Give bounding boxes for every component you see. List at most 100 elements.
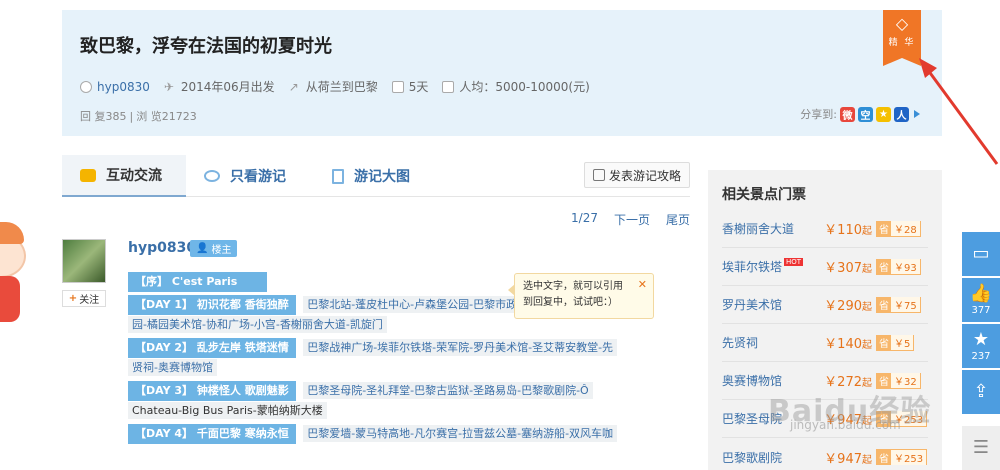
tab-interaction-label: 互动交流 (106, 168, 162, 184)
featured-badge: ◇ 精 华 (883, 10, 921, 66)
qzone-share-icon[interactable]: 空 (858, 106, 873, 122)
edit-icon (592, 169, 605, 181)
post-button-label: 发表游记攻略 (608, 168, 681, 183)
list-menu-icon: ☰ (972, 437, 990, 458)
ticket-price: ￥307起 (824, 261, 872, 276)
ticket-row[interactable]: 埃菲尔铁塔 HOT ￥307起 省 ￥93 (722, 248, 928, 286)
meta-row: hyp0830 ✈ 2014年06月出发 ↗ 从荷兰到巴黎 5天 人均：5000… (80, 78, 604, 95)
toc-label[interactable]: 【DAY 3】 钟楼怪人 歌剧魅影 (128, 381, 296, 401)
ticket-name: 先贤祠 (722, 336, 759, 350)
ticket-row[interactable]: 香榭丽舍大道 ￥110起 省 ￥28 (722, 210, 928, 248)
tab-big-photos-label: 游记大图 (354, 169, 410, 185)
toc-places[interactable]: 巴黎圣母院-圣礼拜堂-巴黎古监狱-圣路易岛-巴黎歌剧院-Ô (307, 384, 589, 397)
owner-badge: 👤 楼主 (190, 240, 238, 257)
post-username[interactable]: hyp0830 (128, 240, 196, 256)
meta-author[interactable]: hyp0830 (80, 80, 150, 94)
ticket-price: ￥290起 (824, 299, 872, 314)
toc-label[interactable]: 【DAY 2】 乱步左岸 铁塔迷情 (128, 338, 296, 358)
ticket-price: ￥140起 (824, 337, 872, 352)
route-text: 从荷兰到巴黎 (305, 80, 378, 94)
meta-cost: 人均：5000-10000(元) (442, 78, 590, 95)
toc-places[interactable]: 巴黎北站-蓬皮杜中心-卢森堡公园-巴黎市政 (307, 298, 517, 311)
ticket-row[interactable]: 罗丹美术馆 ￥290起 省 ￥75 (722, 286, 928, 324)
ticket-name: 巴黎歌剧院 (722, 450, 783, 465)
ticket-row[interactable]: 巴黎歌剧院 ￥947起 省 ￥253 (722, 438, 928, 470)
star-share-icon[interactable]: ★ (876, 106, 891, 122)
close-icon[interactable]: ✕ (638, 277, 647, 293)
tooltip-line-1: 选中文字，就可以引用 (523, 281, 623, 292)
menu-float-button[interactable]: ☰ (962, 426, 1000, 470)
discount-tag: 省 ￥75 (876, 296, 921, 313)
stats-row: 回 复385 | 浏 览21723 (80, 108, 197, 124)
share-float-button[interactable]: ⇪ (962, 370, 1000, 414)
pagination: 1/27 下一页 尾页 (555, 211, 690, 228)
ticket-price: ￥110起 (824, 223, 872, 238)
departure-text: 2014年06月出发 (180, 80, 275, 94)
toc-label[interactable]: 【序】 C'est Paris (128, 272, 268, 292)
renren-share-icon[interactable]: 人 (894, 106, 909, 122)
post-travel-note-button[interactable]: 发表游记攻略 (583, 162, 690, 188)
discount-tag: 省 ￥28 (876, 220, 921, 237)
quote-tip-tooltip: 选中文字，就可以引用 到回复中，试试吧：） ✕ (508, 273, 654, 319)
toc-places-cont[interactable]: Chateau-Big Bus Paris-蒙帕纳斯大楼 (132, 404, 323, 417)
follow-label: 关注 (79, 295, 100, 306)
ticket-row[interactable]: 先贤祠 ￥140起 省 ￥5 (722, 324, 928, 362)
views-count: 浏 览21723 (136, 110, 197, 123)
cost-text: 人均：5000-10000(元) (459, 80, 590, 94)
favorite-count: 237 (971, 350, 991, 362)
toc-item-day2[interactable]: 【DAY 2】 乱步左岸 铁塔迷情 巴黎战神广场-埃菲尔铁塔-荣军院-罗丹美术馆… (128, 338, 628, 378)
owner-label: 楼主 (211, 245, 232, 256)
content-tabs: 互动交流 只看游记 游记大图 发表游记攻略 (62, 155, 690, 197)
star-icon: ★ (972, 328, 990, 350)
days-text: 5天 (408, 80, 429, 94)
like-float-button[interactable]: 👍 377 (962, 278, 1000, 322)
ticket-price: ￥947起 (824, 451, 872, 467)
eye-icon (204, 170, 220, 182)
follow-button[interactable]: + 关注 (62, 290, 106, 307)
weibo-share-icon[interactable]: 微 (840, 106, 855, 122)
route-icon: ↗ (288, 79, 299, 94)
ticket-name: 香榭丽舍大道 (722, 222, 795, 236)
tab-big-photos[interactable]: 游记大图 (332, 155, 452, 197)
avatar[interactable] (62, 239, 106, 283)
stats-divider: | (129, 109, 134, 123)
hot-badge: HOT (784, 258, 804, 266)
toc-places[interactable]: 巴黎战神广场-埃菲尔铁塔-荣军院-罗丹美术馆-圣艾蒂安教堂-先 (307, 341, 613, 354)
wallet-icon (442, 80, 455, 93)
toc-label[interactable]: 【DAY 1】 初识花都 香街独醉 (128, 295, 296, 315)
replies-count: 回 复385 (80, 110, 127, 123)
featured-label: 精 华 (888, 38, 916, 48)
toc-places-cont[interactable]: 园-橘园美术馆-协和广场-小宫-香榭丽舍大道-凯旋门 (132, 318, 383, 331)
comment-float-button[interactable]: ▭ (962, 232, 1000, 276)
comment-icon: ▭ (972, 243, 990, 264)
favorite-float-button[interactable]: ★ 237 (962, 324, 1000, 368)
travel-note-header: 致巴黎，浮夸在法国的初夏时光 hyp0830 ✈ 2014年06月出发 ↗ 从荷… (62, 10, 942, 136)
next-page-link[interactable]: 下一页 (614, 211, 650, 228)
share-label: 分享到: (800, 108, 837, 121)
toc-label[interactable]: 【DAY 4】 千面巴黎 寒纳永恒 (128, 424, 296, 444)
tab-notes-only[interactable]: 只看游记 (204, 155, 324, 197)
tooltip-line-2: 到回复中，试试吧：） (523, 297, 618, 308)
last-page-link[interactable]: 尾页 (666, 211, 690, 228)
discount-tag: 省 ￥253 (876, 449, 928, 465)
discount-tag: 省 ￥5 (876, 334, 915, 351)
thumbs-up-icon: 👍 (969, 282, 993, 304)
toc-places-cont[interactable]: 贤祠-奥赛博物馆 (132, 361, 213, 374)
plus-icon: + (68, 293, 78, 304)
author-name[interactable]: hyp0830 (97, 80, 150, 94)
page: 致巴黎，浮夸在法国的初夏时光 hyp0830 ✈ 2014年06月出发 ↗ 从荷… (0, 0, 1000, 470)
tab-interaction[interactable]: 互动交流 (62, 155, 186, 197)
document-icon (332, 168, 344, 184)
page-title: 致巴黎，浮夸在法国的初夏时光 (80, 36, 332, 57)
share-bar: 分享到: 微 空 ★ 人 (800, 106, 920, 122)
toc-item-day3[interactable]: 【DAY 3】 钟楼怪人 歌剧魅影 巴黎圣母院-圣礼拜堂-巴黎古监狱-圣路易岛-… (128, 381, 628, 421)
ticket-name: 埃菲尔铁塔 HOT (722, 258, 804, 274)
meta-days: 5天 (391, 78, 429, 95)
diamond-icon: ◇ (895, 14, 909, 33)
ticket-name: 罗丹美术馆 (722, 298, 783, 312)
toc-item-day4[interactable]: 【DAY 4】 千面巴黎 寒纳永恒 巴黎爱墙-蒙马特高地-凡尔赛宫-拉雪兹公墓-… (128, 424, 628, 444)
discount-tag: 省 ￥93 (876, 258, 921, 275)
toc-places[interactable]: 巴黎爱墙-蒙马特高地-凡尔赛宫-拉雪兹公墓-塞纳游船-双风车咖 (307, 427, 613, 440)
calendar-icon (391, 80, 404, 93)
share-icon: ⇪ (973, 381, 989, 402)
